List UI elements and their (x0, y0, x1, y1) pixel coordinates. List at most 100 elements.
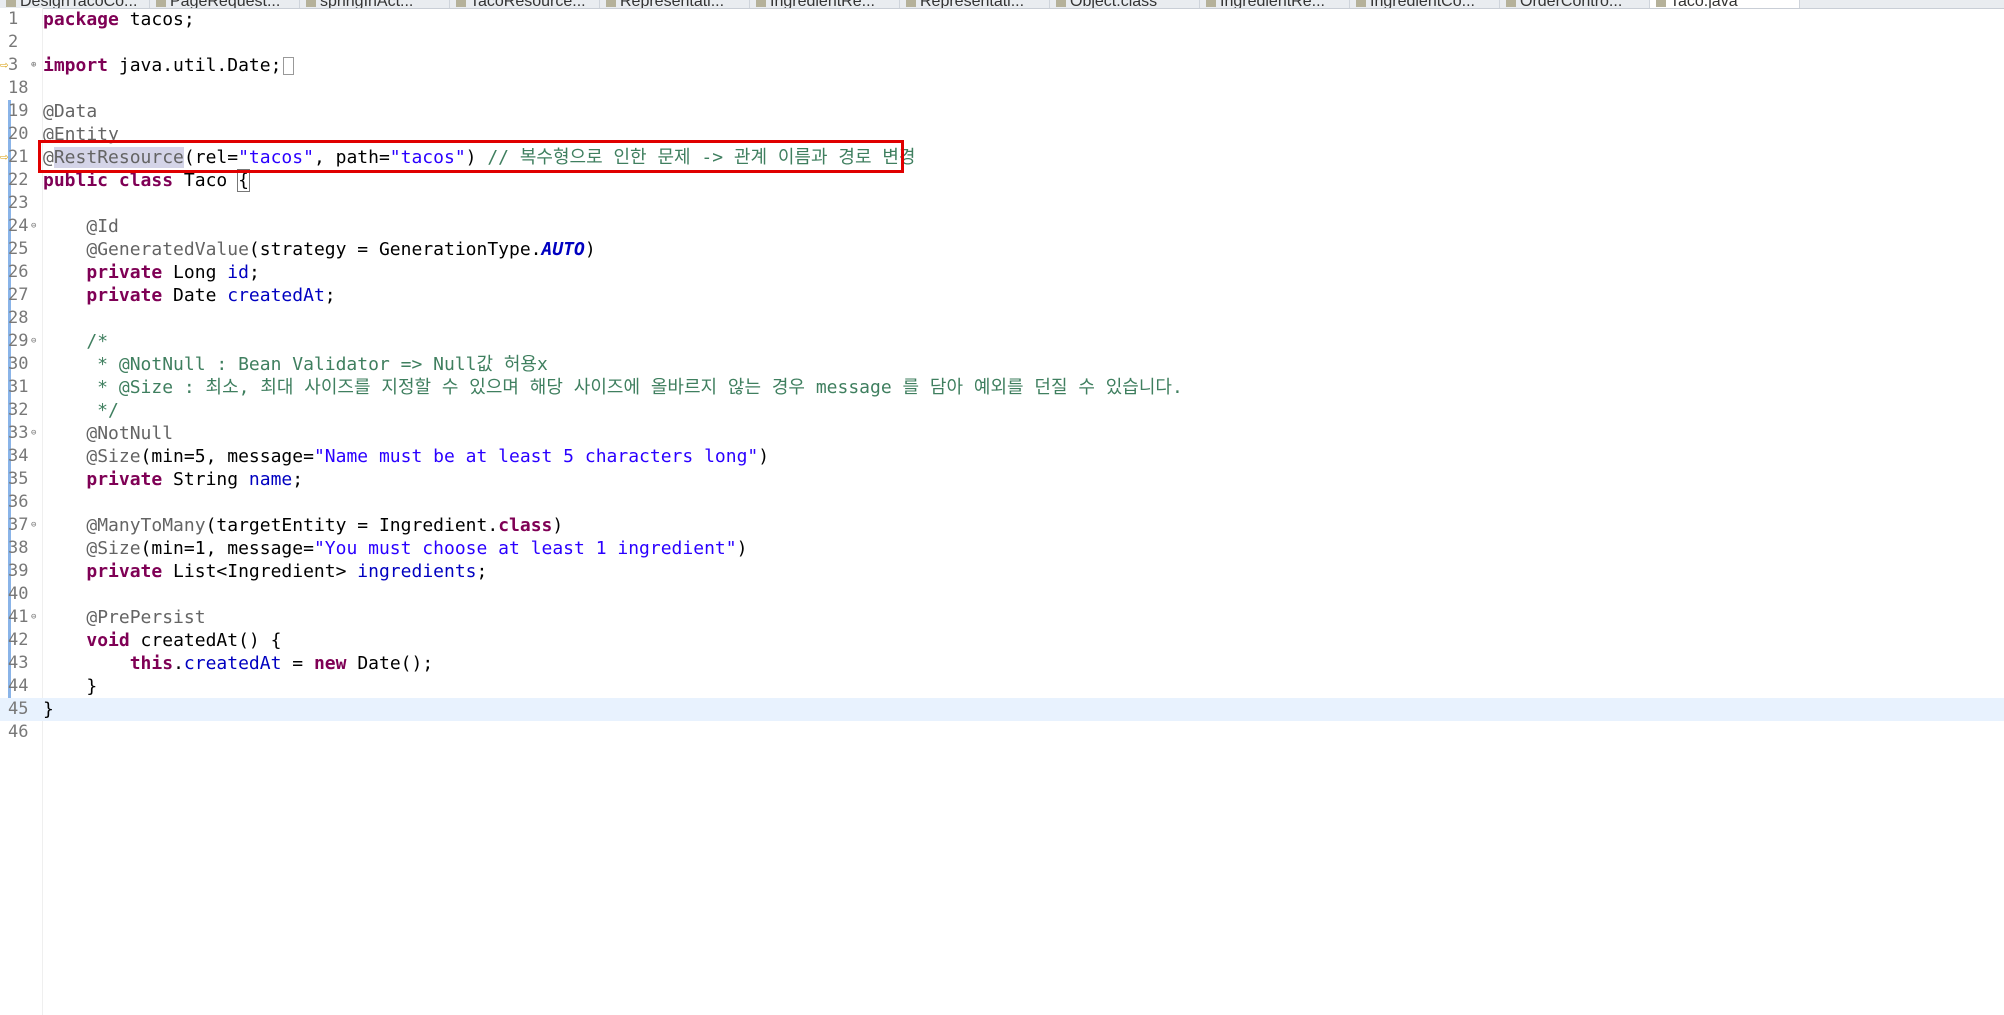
code-line[interactable]: 33 ⊖ @NotNull (0, 422, 2004, 445)
code-editor[interactable]: 1 package tacos; 2 3 ⊕ ⇨ import java.util.Date… (0, 8, 2004, 1015)
line-number: 28 (8, 307, 38, 330)
code-token: ; (292, 469, 304, 490)
collapse-fold-icon[interactable]: ⊖ (31, 330, 36, 353)
code-token: */ (43, 400, 119, 421)
code-text: private List<Ingredient> ingredients; (43, 560, 487, 583)
code-token: createdAt() { (129, 630, 282, 651)
file-icon (1506, 0, 1516, 7)
line-number-text: 19 (8, 101, 29, 121)
line-number-text: 2 (8, 32, 19, 52)
file-icon (1206, 0, 1216, 7)
code-text: @GeneratedValue(strategy = GenerationTyp… (43, 238, 595, 261)
code-line[interactable]: 29 ⊖ /* (0, 330, 2004, 353)
code-line[interactable]: 35 private String name; (0, 468, 2004, 491)
code-token: * @Size : 최소, 최대 사이즈를 지정할 수 있으며 해당 사이즈에 … (43, 377, 1183, 398)
quick-fix-marker-icon[interactable]: ⇨ (0, 54, 8, 77)
code-token: class (118, 170, 174, 191)
code-token: (strategy = GenerationType. (248, 239, 542, 260)
code-text: @ManyToMany(targetEntity = Ingredient.cl… (43, 514, 563, 537)
line-number-text: 30 (8, 354, 29, 374)
code-text: @PrePersist (43, 606, 205, 629)
line-number: 21 ⇨ (0, 146, 38, 169)
code-line[interactable]: 28 (0, 307, 2004, 330)
code-line[interactable]: 2 (0, 31, 2004, 54)
code-line[interactable]: 3 ⊕ ⇨ import java.util.Date; (0, 54, 2004, 77)
code-token: (min=5, message= (140, 446, 314, 467)
code-token: ) (552, 515, 564, 536)
code-token: /* (86, 331, 109, 352)
expand-fold-icon[interactable]: ⊕ (31, 54, 36, 77)
code-token: } (43, 699, 54, 720)
code-line[interactable]: 26 private Long id; (0, 261, 2004, 284)
code-line[interactable]: 18 (0, 77, 2004, 100)
code-line[interactable]: 42 void createdAt() { (0, 629, 2004, 652)
code-line[interactable]: 23 (0, 192, 2004, 215)
code-text: @Id (43, 215, 119, 238)
code-line[interactable]: 32 */ (0, 399, 2004, 422)
code-token: } (43, 676, 98, 697)
line-number: 18 (8, 77, 38, 100)
code-line[interactable]: 40 (0, 583, 2004, 606)
code-token: ; (248, 262, 260, 283)
code-text: @RestResource(rel="tacos", path="tacos")… (43, 146, 915, 169)
code-line[interactable]: 46 (0, 721, 2004, 744)
code-line[interactable]: 45} (0, 698, 2004, 721)
code-line[interactable]: 25 @GeneratedValue(strategy = Generation… (0, 238, 2004, 261)
code-token: , path= (313, 147, 390, 168)
code-text: * @Size : 최소, 최대 사이즈를 지정할 수 있으며 해당 사이즈에 … (43, 376, 1183, 399)
collapse-fold-icon[interactable]: ⊖ (31, 606, 36, 629)
code-token: private (86, 469, 163, 490)
code-line[interactable]: 19 @Data (0, 100, 2004, 123)
code-line[interactable]: 38 @Size(min=1, message="You must choose… (0, 537, 2004, 560)
code-line[interactable]: 36 (0, 491, 2004, 514)
code-token: @ManyToMany (86, 515, 206, 536)
code-line[interactable]: 30 * @NotNull : Bean Validator => Null값 … (0, 353, 2004, 376)
line-number: 30 (8, 353, 38, 376)
file-icon (6, 0, 16, 7)
folded-imports-indicator[interactable] (283, 57, 295, 75)
code-line[interactable]: 27 private Date createdAt; (0, 284, 2004, 307)
code-line[interactable]: 21 ⇨ @RestResource(rel="tacos", path="taco… (0, 146, 2004, 169)
line-number-text: 34 (8, 446, 29, 466)
code-line[interactable]: 31 * @Size : 최소, 최대 사이즈를 지정할 수 있으며 해당 사이… (0, 376, 2004, 399)
code-text: @Entity (43, 123, 119, 146)
file-icon (1656, 0, 1666, 7)
collapse-fold-icon[interactable]: ⊖ (31, 215, 36, 238)
code-token: "You must choose at least 1 ingredient" (313, 538, 737, 559)
code-line[interactable]: 1 package tacos; (0, 8, 2004, 31)
code-token: ; (476, 561, 488, 582)
code-line[interactable]: 20 @Entity (0, 123, 2004, 146)
code-line[interactable]: 24 ⊖ @Id (0, 215, 2004, 238)
code-token: Long (162, 262, 228, 283)
code-token: @Id (86, 216, 119, 237)
code-token: "Name must be at least 5 characters long… (313, 446, 759, 467)
code-token: @ (43, 147, 54, 168)
code-text: @Size(min=1, message="You must choose at… (43, 537, 747, 560)
code-text: void createdAt() { (43, 629, 281, 652)
code-token: = (281, 653, 314, 674)
quick-fix-marker-icon[interactable]: ⇨ (0, 146, 8, 169)
code-token: private (86, 262, 163, 283)
line-number-text: 21 (8, 147, 29, 167)
line-number: 34 (8, 445, 38, 468)
code-token: @NotNull (86, 423, 174, 444)
line-number-text: 43 (8, 653, 29, 673)
code-line[interactable]: 39 private List<Ingredient> ingredients; (0, 560, 2004, 583)
code-line[interactable]: 37 ⊖ @ManyToMany(targetEntity = Ingredien… (0, 514, 2004, 537)
collapse-fold-icon[interactable]: ⊖ (31, 422, 36, 445)
code-line[interactable]: 43 this.createdAt = new Date(); (0, 652, 2004, 675)
code-line[interactable]: 22 public class Taco { (0, 169, 2004, 192)
code-line[interactable]: 44 } (0, 675, 2004, 698)
code-token: List<Ingredient> (162, 561, 358, 582)
code-text: private String name; (43, 468, 303, 491)
collapse-fold-icon[interactable]: ⊖ (31, 514, 36, 537)
line-number: 32 (8, 399, 38, 422)
code-line[interactable]: 34 @Size(min=5, message="Name must be at… (0, 445, 2004, 468)
code-line[interactable]: 41 ⊖ @PrePersist (0, 606, 2004, 629)
code-token: package (43, 9, 119, 30)
